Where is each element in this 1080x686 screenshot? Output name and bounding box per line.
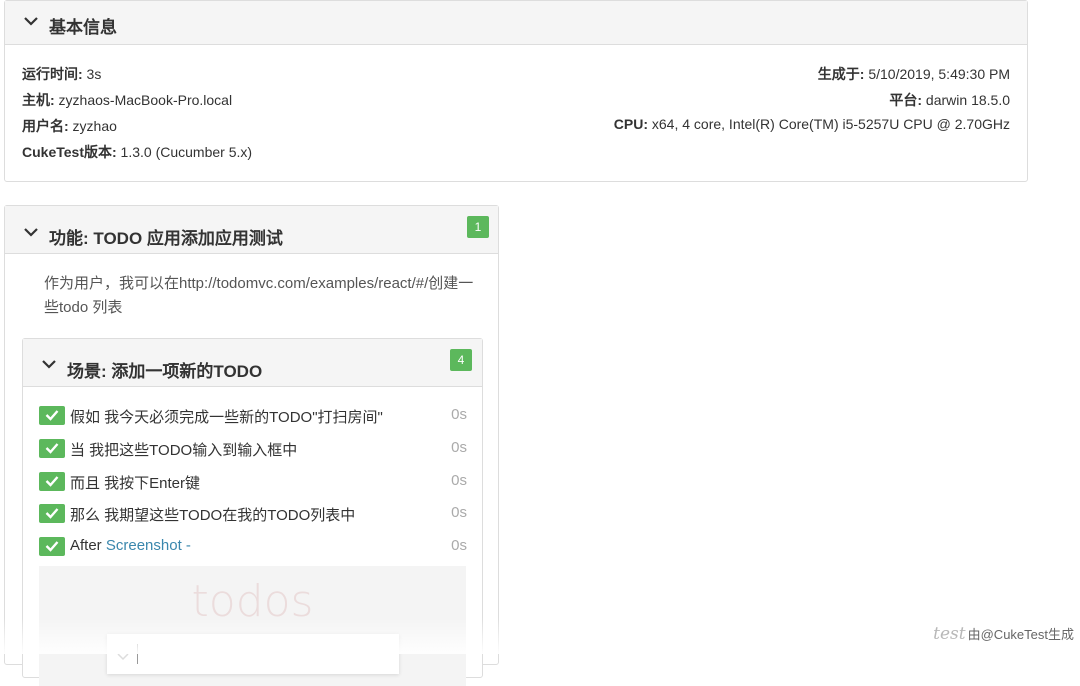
watermark: test 由@CukeTest生成 [933, 624, 1074, 644]
check-icon [39, 439, 65, 458]
step-duration: 0s [451, 472, 467, 489]
check-icon [39, 537, 65, 556]
step-row[interactable]: 而且 我按下Enter键 0s [39, 471, 467, 493]
step-row[interactable]: 假如 我今天必须完成一些新的TODO"打扫房间" 0s [39, 405, 467, 427]
scenario-title: 场景: 添加一项新的TODO [67, 362, 263, 381]
chevron-down-icon[interactable] [23, 224, 39, 240]
chevron-down-icon [117, 648, 129, 666]
step-row-after-hook[interactable]: After Screenshot - 0s [39, 536, 467, 558]
step-duration: 0s [451, 504, 467, 521]
screenshot-todos-title: todos [191, 576, 314, 627]
step-row[interactable]: 当 我把这些TODO输入到输入框中 0s [39, 438, 467, 460]
feature-title: 功能: TODO 应用添加应用测试 [49, 229, 283, 248]
screenshot-image: todos [39, 566, 466, 686]
step-duration: 0s [451, 439, 467, 456]
scenario-panel: 场景: 添加一项新的TODO 4 假如 我今天必须完成一些新的TODO"打扫房间… [22, 338, 483, 686]
step-duration: 0s [451, 537, 467, 554]
step-text: 那么 我期望这些TODO在我的TODO列表中 [70, 507, 356, 524]
text-cursor [137, 644, 138, 664]
check-icon [39, 406, 65, 425]
step-text: 当 我把这些TODO输入到输入框中 [70, 442, 298, 459]
info-platform: 平台: darwin 18.5.0 [889, 92, 1010, 108]
feature-count-badge: 1 [467, 216, 489, 238]
info-host: 主机: zyzhaos-MacBook-Pro.local [22, 92, 233, 108]
basic-info-heading[interactable]: 基本信息 [5, 1, 1027, 45]
chevron-down-icon[interactable] [23, 13, 39, 29]
info-generated-at: 生成于: 5/10/2019, 5:49:30 PM [817, 66, 1010, 82]
chevron-down-icon[interactable] [41, 356, 57, 372]
check-icon [39, 472, 65, 491]
scenario-count-badge: 4 [450, 349, 472, 371]
info-username: 用户名: zyzhao [22, 118, 117, 134]
basic-info-panel: 基本信息 运行时间: 3s 主机: zyzhaos-MacBook-Pro.lo… [4, 0, 1028, 182]
step-text: After Screenshot - [70, 537, 191, 554]
step-row[interactable]: 那么 我期望这些TODO在我的TODO列表中 0s [39, 503, 467, 525]
feature-heading[interactable]: 功能: TODO 应用添加应用测试 1 [5, 206, 498, 254]
info-runtime: 运行时间: 3s [22, 66, 102, 82]
step-duration: 0s [451, 406, 467, 423]
screenshot-link[interactable]: Screenshot - [106, 537, 191, 554]
check-icon [39, 504, 65, 523]
info-cpu: CPU: x64, 4 core, Intel(R) Core(TM) i5-5… [613, 116, 1010, 132]
step-text: 假如 我今天必须完成一些新的TODO"打扫房间" [70, 409, 383, 426]
screenshot-todo-input [107, 634, 399, 674]
feature-panel: 功能: TODO 应用添加应用测试 1 作为用户，我可以在http://todo… [4, 205, 499, 686]
scenario-heading[interactable]: 场景: 添加一项新的TODO 4 [23, 339, 482, 387]
watermark-script: test [933, 624, 966, 644]
info-cuketest-version: CukeTest版本: 1.3.0 (Cucumber 5.x) [22, 144, 253, 160]
step-text: 而且 我按下Enter键 [70, 475, 201, 492]
watermark-text: 由@CukeTest生成 [967, 627, 1074, 642]
feature-description: 作为用户，我可以在http://todomvc.com/examples/rea… [44, 275, 474, 316]
basic-info-title: 基本信息 [49, 18, 117, 37]
